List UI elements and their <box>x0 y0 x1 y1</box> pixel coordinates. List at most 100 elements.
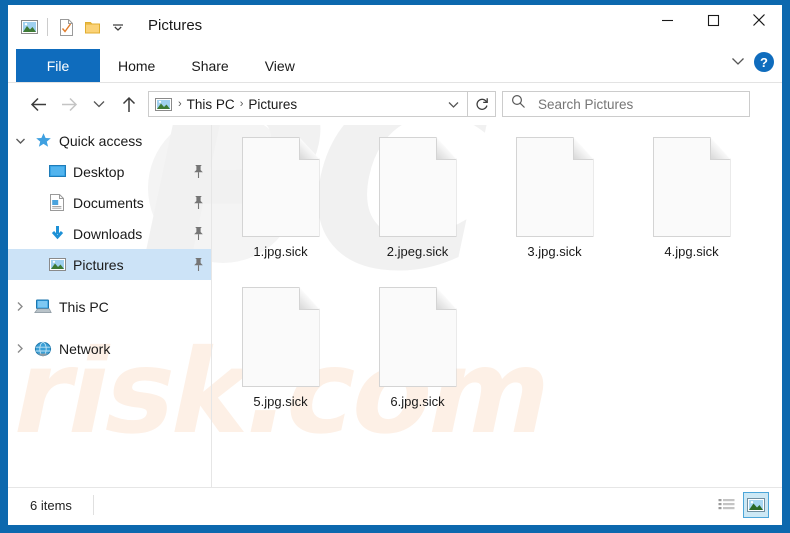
search-icon <box>511 94 526 114</box>
maximize-button[interactable] <box>690 5 736 35</box>
sidebar-item-label: Network <box>59 340 111 357</box>
file-grid: 1.jpg.sick 2.jpeg.sick 3.jpg.sick 4.jpg.… <box>212 133 782 433</box>
new-folder-icon[interactable] <box>79 14 105 40</box>
address-pictures-icon <box>155 97 172 111</box>
tab-file[interactable]: File <box>16 49 100 82</box>
file-item[interactable]: 1.jpg.sick <box>212 133 349 283</box>
help-button[interactable]: ? <box>754 52 774 72</box>
search-input[interactable] <box>536 95 730 113</box>
file-item[interactable]: 4.jpg.sick <box>623 133 760 283</box>
sidebar-item-network[interactable]: Network <box>8 333 211 364</box>
blank-file-icon <box>652 137 731 237</box>
explorer-panes: Quick access Desktop Documents Downloads… <box>8 125 782 487</box>
navigation-pane: Quick access Desktop Documents Downloads… <box>8 125 211 487</box>
refresh-button[interactable] <box>468 91 496 117</box>
network-icon <box>32 339 54 359</box>
details-view-button[interactable] <box>713 492 739 518</box>
sidebar-item-downloads[interactable]: Downloads <box>8 218 211 249</box>
pictures-icon <box>46 255 68 275</box>
file-name: 6.jpg.sick <box>390 394 445 409</box>
address-dropdown-chevron-icon[interactable] <box>443 100 463 109</box>
star-icon <box>32 131 54 151</box>
properties-icon[interactable] <box>53 14 79 40</box>
sidebar-item-label: Quick access <box>59 132 143 149</box>
desktop-icon <box>46 162 68 182</box>
blank-file-icon <box>515 137 594 237</box>
file-name: 1.jpg.sick <box>253 244 308 259</box>
expand-ribbon-chevron-icon[interactable] <box>730 53 746 71</box>
documents-icon <box>46 193 68 213</box>
sidebar-item-this-pc[interactable]: This PC <box>8 291 211 322</box>
sidebar-item-label: This PC <box>59 298 109 315</box>
customize-chevron-icon[interactable] <box>105 14 131 40</box>
chevron-right-icon[interactable] <box>8 301 32 312</box>
recent-locations-chevron-icon[interactable] <box>84 89 114 119</box>
pin-icon[interactable] <box>185 164 211 179</box>
file-item[interactable]: 6.jpg.sick <box>349 283 486 433</box>
breadcrumb-this-pc[interactable]: This PC <box>187 97 235 112</box>
pin-icon[interactable] <box>185 195 211 210</box>
this-pc-icon <box>32 297 54 317</box>
sidebar-item-documents[interactable]: Documents <box>8 187 211 218</box>
file-item[interactable]: 2.jpeg.sick <box>349 133 486 283</box>
status-separator <box>93 495 94 515</box>
large-icons-view-button[interactable] <box>743 492 769 518</box>
sidebar-item-desktop[interactable]: Desktop <box>8 156 211 187</box>
file-item[interactable]: 5.jpg.sick <box>212 283 349 433</box>
file-name: 3.jpg.sick <box>527 244 582 259</box>
breadcrumb: › This PC › Pictures <box>176 97 443 112</box>
file-name: 2.jpeg.sick <box>386 244 449 259</box>
ribbon-right-controls: ? <box>730 52 774 72</box>
address-field[interactable]: › This PC › Pictures <box>148 91 468 117</box>
blank-file-icon <box>241 287 320 387</box>
breadcrumb-pictures[interactable]: Pictures <box>248 97 297 112</box>
ribbon-tabs: File Home Share View <box>16 49 313 82</box>
tab-view[interactable]: View <box>247 49 313 82</box>
file-explorer-window: PC risk.com <box>8 5 782 525</box>
quick-access-toolbar <box>16 13 131 41</box>
file-name: 5.jpg.sick <box>253 394 308 409</box>
sidebar-item-label: Downloads <box>73 225 143 242</box>
item-count-label: 6 items <box>30 498 72 513</box>
status-bar: 6 items <box>8 487 782 525</box>
file-name: 4.jpg.sick <box>664 244 719 259</box>
pin-icon[interactable] <box>185 257 211 272</box>
tab-home[interactable]: Home <box>100 49 173 82</box>
close-button[interactable] <box>736 5 782 35</box>
address-bar: › This PC › Pictures <box>8 83 782 125</box>
back-button[interactable] <box>24 89 54 119</box>
tab-share[interactable]: Share <box>173 49 246 82</box>
downloads-icon <box>46 224 68 244</box>
breadcrumb-separator: › <box>239 98 244 110</box>
window-controls <box>644 5 782 35</box>
pin-icon[interactable] <box>185 226 211 241</box>
forward-button[interactable] <box>54 89 84 119</box>
screenshot-root: PC risk.com <box>0 0 790 533</box>
window-bottom-border <box>0 525 790 533</box>
file-list-pane[interactable]: 1.jpg.sick 2.jpeg.sick 3.jpg.sick 4.jpg.… <box>212 125 782 487</box>
title-bar: Pictures <box>8 5 782 49</box>
minimize-button[interactable] <box>644 5 690 35</box>
blank-file-icon <box>241 137 320 237</box>
search-box[interactable] <box>502 91 750 117</box>
sidebar-item-pictures[interactable]: Pictures <box>8 249 211 280</box>
pictures-icon[interactable] <box>16 14 42 40</box>
toolbar-divider <box>47 18 48 36</box>
sidebar-item-label: Documents <box>73 194 144 211</box>
blank-file-icon <box>378 137 457 237</box>
blank-file-icon <box>378 287 457 387</box>
file-item[interactable]: 3.jpg.sick <box>486 133 623 283</box>
window-title: Pictures <box>148 17 203 34</box>
chevron-right-icon[interactable] <box>8 343 32 354</box>
ribbon-tab-bar: File Home Share View ? <box>8 49 782 82</box>
view-mode-buttons <box>713 492 769 518</box>
sidebar-item-label: Desktop <box>73 163 125 180</box>
chevron-down-icon[interactable] <box>8 137 32 145</box>
sidebar-item-label: Pictures <box>73 256 124 273</box>
up-button[interactable] <box>114 89 144 119</box>
sidebar-item-quick-access[interactable]: Quick access <box>8 125 211 156</box>
breadcrumb-separator: › <box>178 98 182 110</box>
status-bar-divider <box>8 487 782 488</box>
